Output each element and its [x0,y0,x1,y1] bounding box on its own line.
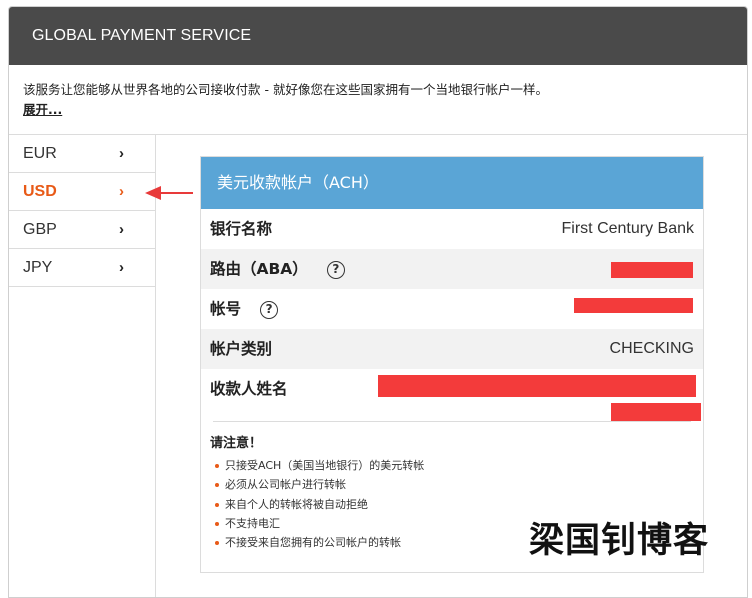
bank-name-row: 银行名称 First Century Bank [201,209,703,249]
notice-item: 只接受ACH（美国当地银行）的美元转帐 [213,456,691,475]
blog-watermark: 梁国钊博客 [529,521,710,561]
intro-section: 该服务让您能够从世界各地的公司接收付款 - 就好像您在这些国家拥有一个当地银行帐… [9,65,747,135]
chevron-right-icon: › [119,183,124,200]
account-type-row: 帐户类别 CHECKING [201,329,703,369]
sidebar-item-label: USD [23,183,57,200]
sidebar-item-eur[interactable]: EUR › [9,135,155,173]
currency-sidebar: EUR › USD › GBP › JPY › [9,135,156,597]
notice-item: 必须从公司帐户进行转帐 [213,475,691,494]
question-icon[interactable]: ? [260,300,279,319]
redacted-account-number [574,298,693,313]
intro-text: 该服务让您能够从世界各地的公司接收付款 - 就好像您在这些国家拥有一个当地银行帐… [23,82,548,97]
sidebar-item-label: GBP [23,221,57,238]
expand-link[interactable]: 展开... [23,102,62,117]
panel-title: GLOBAL PAYMENT SERVICE [32,27,252,44]
chevron-right-icon: › [119,221,124,238]
beneficiary-label: 收款人姓名 [210,380,288,398]
bank-name-value: First Century Bank [561,220,694,237]
annotation-arrow-icon [145,186,193,200]
payment-service-panel: GLOBAL PAYMENT SERVICE 该服务让您能够从世界各地的公司接收… [8,6,748,598]
redacted-beneficiary-name [378,375,696,397]
redacted-routing-number [611,262,693,278]
card-title: 美元收款帐户（ACH） [201,157,703,209]
redacted-beneficiary-name-line2 [611,403,701,421]
usd-account-card: 美元收款帐户（ACH） 银行名称 First Century Bank 路由（A… [200,156,704,573]
sidebar-item-usd[interactable]: USD › [9,173,155,211]
sidebar-item-label: JPY [23,259,53,276]
question-icon[interactable]: ? [326,260,345,279]
beneficiary-row: 收款人姓名 [201,369,703,421]
chevron-right-icon: › [119,145,124,162]
routing-row: 路由（ABA） ? [201,249,703,289]
account-number-label: 帐号 [210,300,242,318]
account-type-value: CHECKING [609,340,694,357]
account-number-row: 帐号 ? [201,289,703,329]
notice-item: 来自个人的转帐将被自动拒绝 [213,495,691,514]
bank-name-label: 银行名称 [210,220,273,238]
sidebar-item-jpy[interactable]: JPY › [9,249,155,287]
sidebar-item-label: EUR [23,145,57,162]
sidebar-item-gbp[interactable]: GBP › [9,211,155,249]
routing-label: 路由（ABA） [210,260,308,278]
notice-title: 请注意！ [210,436,263,451]
panel-header: GLOBAL PAYMENT SERVICE [9,7,747,65]
account-type-label: 帐户类别 [210,340,273,358]
chevron-right-icon: › [119,259,124,276]
